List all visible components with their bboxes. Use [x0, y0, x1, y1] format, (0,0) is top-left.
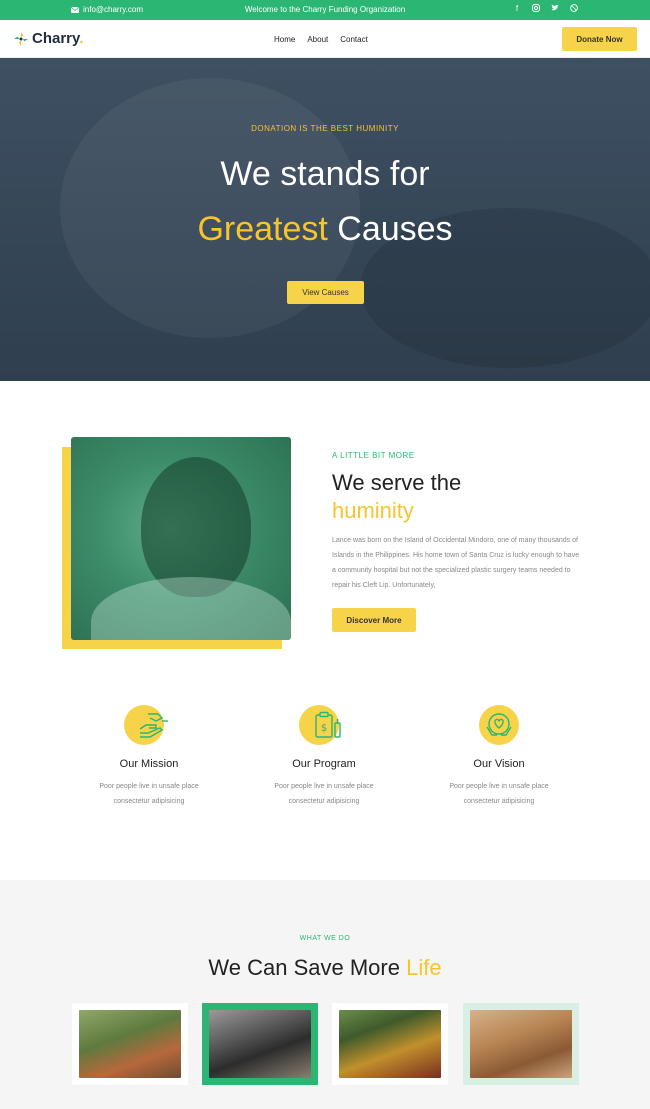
what-we-do-kicker: WHAT WE DO	[299, 935, 351, 942]
heart-hands-icon	[486, 713, 512, 736]
what-we-do-section: WHAT WE DO We Can Save More Life	[0, 880, 650, 1109]
nav-item-about[interactable]: About	[307, 35, 328, 44]
logo-text: Charry.	[32, 30, 84, 47]
feature-icon-wrap: $	[299, 705, 349, 749]
cause-card[interactable]	[72, 1003, 188, 1085]
feature-icon-wrap	[474, 705, 524, 749]
about-kicker: A LITTLE BIT MORE	[332, 451, 415, 460]
about-photo	[71, 437, 291, 640]
hero-title-line1: We stands for	[220, 155, 430, 193]
nav-menu: Home About Contact	[274, 35, 368, 44]
feature-title: Our Mission	[119, 758, 179, 770]
cause-card-image	[209, 1010, 311, 1078]
instagram-icon[interactable]	[532, 4, 540, 12]
cause-card-image	[339, 1010, 441, 1078]
what-we-do-title: We Can Save More Life	[208, 955, 442, 980]
about-title-line1: We serve the	[332, 470, 462, 495]
cause-card[interactable]	[332, 1003, 448, 1085]
dribbble-icon[interactable]	[570, 4, 578, 12]
feature-vision: Our Vision Poor people live in unsafe pl…	[419, 705, 579, 809]
feature-description: Poor people live in unsafe place consect…	[274, 783, 374, 805]
logo[interactable]: Charry.	[13, 30, 83, 47]
social-links: f	[513, 4, 578, 13]
feature-description: Poor people live in unsafe place consect…	[449, 783, 549, 805]
discover-more-button[interactable]: Discover More	[332, 608, 416, 632]
twitter-icon[interactable]	[551, 4, 559, 12]
feature-title: Our Program	[292, 758, 356, 770]
feature-mission: Our Mission Poor people live in unsafe p…	[69, 705, 229, 809]
hero-title-line2: Greatest Causes	[197, 210, 453, 248]
feature-description: Poor people live in unsafe place consect…	[99, 783, 199, 805]
hero-section: DONATION IS THE BEST HUMINITY We stands …	[0, 58, 650, 381]
cause-card-image	[470, 1010, 572, 1078]
about-title-line2: huminity	[332, 498, 414, 523]
about-paragraph: Lance was born on the Island of Occident…	[332, 537, 580, 589]
donate-button[interactable]: Donate Now	[562, 27, 637, 51]
svg-text:$: $	[321, 723, 327, 734]
logo-mark-icon	[13, 31, 29, 46]
hero-tagline: DONATION IS THE BEST HUMINITY	[251, 124, 399, 133]
top-bar: info@charry.com Welcome to the Charry Fu…	[0, 0, 650, 20]
helping-hands-icon	[139, 713, 168, 738]
feature-title: Our Vision	[473, 758, 525, 770]
cause-card[interactable]	[463, 1003, 579, 1085]
nav-item-contact[interactable]: Contact	[340, 35, 368, 44]
feature-icon-wrap	[124, 705, 174, 749]
clipboard-money-icon: $	[315, 711, 341, 738]
main-nav: Charry. Home About Contact	[0, 20, 650, 58]
cause-card-image	[79, 1010, 181, 1078]
facebook-icon[interactable]: f	[513, 4, 521, 13]
child-face-shape	[141, 457, 251, 597]
feature-program: $ Our Program Poor people live in unsafe…	[244, 705, 404, 809]
child-shoulders-shape	[91, 577, 291, 640]
view-causes-button[interactable]: View Causes	[287, 281, 364, 304]
nav-item-home[interactable]: Home	[274, 35, 295, 44]
cause-card-active[interactable]	[202, 1003, 318, 1085]
